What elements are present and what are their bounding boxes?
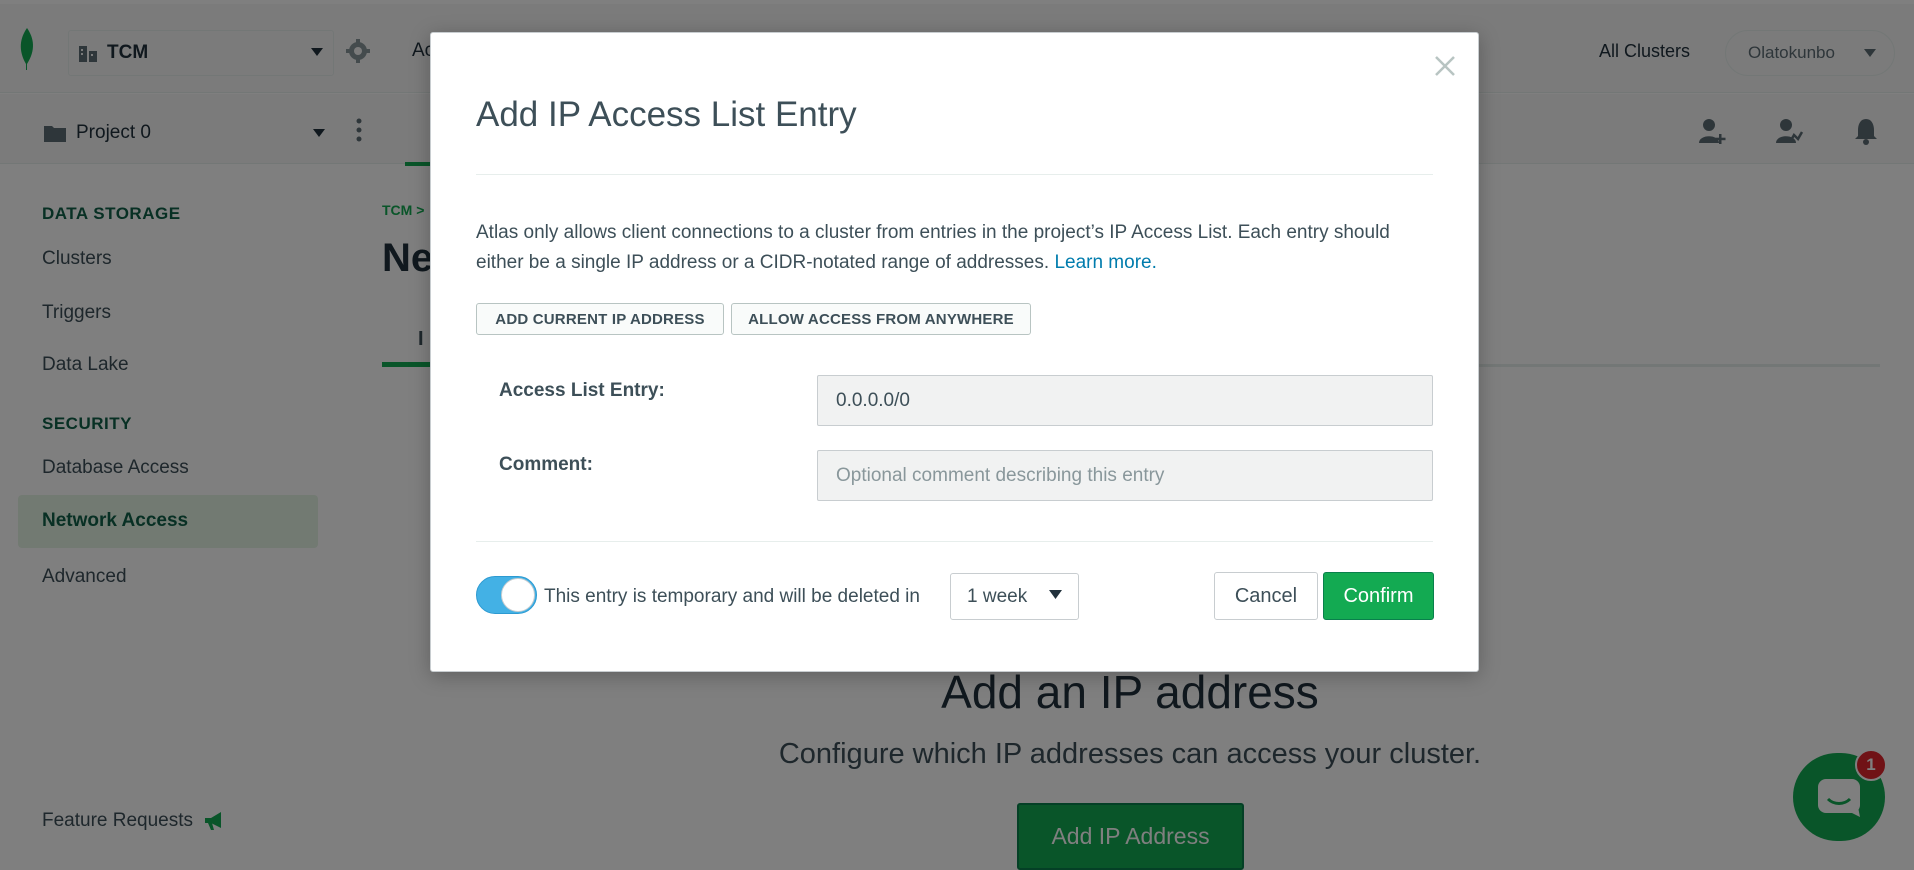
add-ip-access-list-entry-modal: Add IP Access List Entry Atlas only allo…	[430, 32, 1479, 672]
toggle-knob	[501, 578, 535, 612]
modal-description: Atlas only allows client connections to …	[476, 218, 1436, 278]
comment-label: Comment:	[499, 454, 593, 475]
modal-description-text: Atlas only allows client connections to …	[476, 222, 1390, 273]
comment-input[interactable]	[817, 450, 1433, 501]
modal-footer-divider	[476, 541, 1433, 542]
chevron-down-icon	[1049, 590, 1062, 599]
confirm-button[interactable]: Confirm	[1323, 572, 1434, 620]
cancel-button[interactable]: Cancel	[1214, 572, 1318, 620]
access-list-entry-input[interactable]	[817, 375, 1433, 426]
access-list-entry-label: Access List Entry:	[499, 380, 665, 401]
duration-value: 1 week	[967, 585, 1028, 607]
temporary-entry-toggle[interactable]	[476, 576, 537, 614]
learn-more-link[interactable]: Learn more.	[1054, 252, 1156, 273]
modal-header-divider	[476, 174, 1433, 175]
allow-access-from-anywhere-button[interactable]: ALLOW ACCESS FROM ANYWHERE	[731, 303, 1031, 335]
modal-title: Add IP Access List Entry	[476, 95, 857, 134]
close-icon[interactable]	[1432, 53, 1458, 79]
temporary-duration-select[interactable]: 1 week	[950, 573, 1079, 620]
temporary-entry-text: This entry is temporary and will be dele…	[544, 586, 920, 607]
add-current-ip-address-button[interactable]: ADD CURRENT IP ADDRESS	[476, 303, 724, 335]
